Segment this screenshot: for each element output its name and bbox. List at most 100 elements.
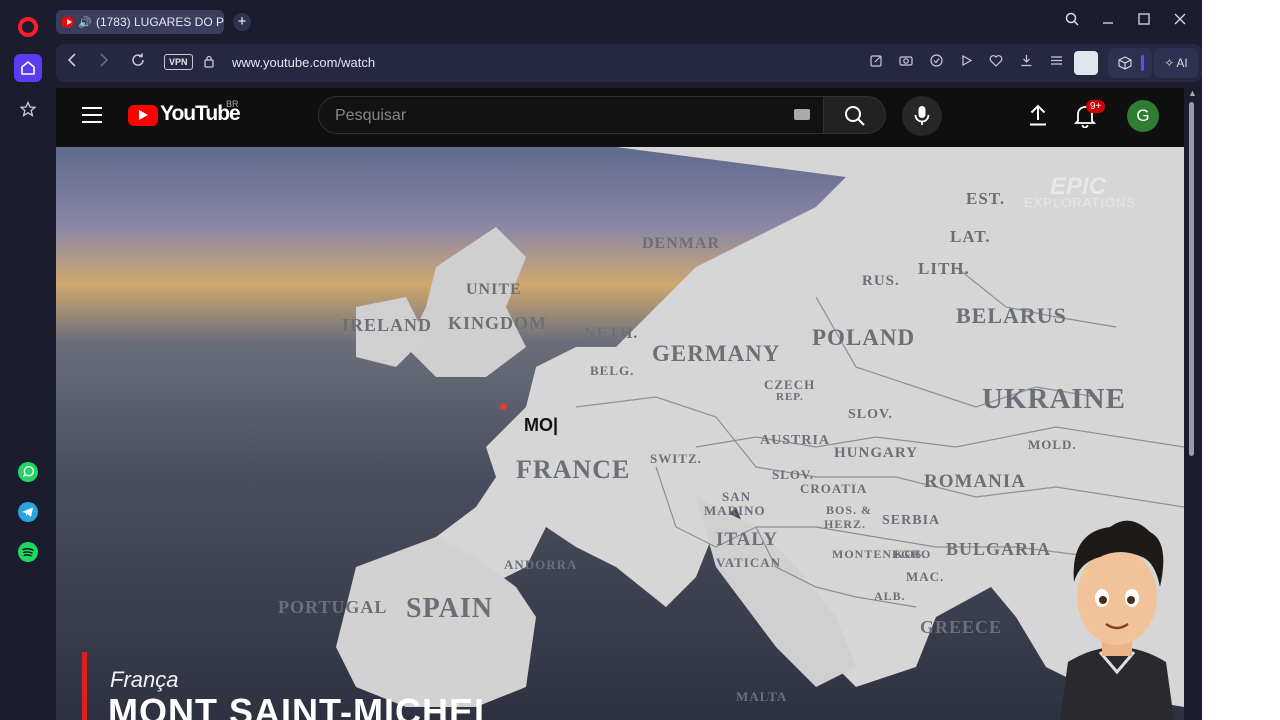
- vpn-badge[interactable]: VPN: [164, 54, 193, 70]
- map-label: REP.: [776, 391, 804, 403]
- upload-icon[interactable]: [1028, 104, 1048, 131]
- map-label: LAT.: [950, 227, 991, 246]
- search-button[interactable]: [823, 96, 886, 134]
- settings-sliders-icon[interactable]: [1047, 54, 1065, 72]
- map-label: SLOV.: [848, 407, 893, 422]
- avatar[interactable]: G: [1127, 100, 1159, 132]
- map-label: GERMANY: [652, 341, 781, 366]
- search-icon: [845, 106, 865, 126]
- lock-icon[interactable]: [204, 55, 214, 73]
- map-label: MARINO: [704, 503, 766, 518]
- map-label: MAC.: [906, 569, 945, 584]
- map-label: SERBIA: [882, 513, 941, 528]
- download-icon[interactable]: [1017, 54, 1035, 72]
- location-pin-icon: [500, 403, 507, 410]
- map-label: BULGARIA: [946, 539, 1052, 559]
- map-label: SWITZ.: [650, 451, 702, 466]
- map-label: UKRAINE: [982, 383, 1126, 415]
- address-url[interactable]: www.youtube.com/watch: [232, 55, 375, 70]
- cartoon-avatar-icon: [1060, 520, 1174, 720]
- address-bar: VPN www.youtube.com/watch ✧ AI: [56, 44, 1202, 82]
- new-tab-button[interactable]: +: [233, 13, 251, 31]
- spotify-icon[interactable]: [14, 538, 42, 566]
- video-player[interactable]: EST. LAT. LITH. RUS. DENMAR UNITE KINGDO…: [56, 147, 1184, 720]
- whatsapp-icon[interactable]: [14, 458, 42, 486]
- forward-icon[interactable]: [94, 53, 114, 72]
- map-label: CROATIA: [800, 481, 868, 496]
- back-icon[interactable]: [62, 53, 82, 72]
- tab-youtube[interactable]: 🔊 (1783) LUGARES DO P: [56, 10, 224, 34]
- star-icon[interactable]: [14, 95, 42, 123]
- ai-icon: ✧: [1164, 56, 1175, 70]
- region-code: BR: [226, 99, 239, 109]
- cube-icon: [1118, 56, 1132, 70]
- page-scrollbar[interactable]: ▲: [1184, 88, 1202, 720]
- notification-badge: 9+: [1086, 100, 1106, 113]
- speaker-icon[interactable]: 🔊: [78, 16, 92, 29]
- youtube-logo-icon[interactable]: [128, 105, 158, 126]
- search-placeholder: Pesquisar: [335, 107, 407, 124]
- close-icon[interactable]: [1170, 12, 1190, 30]
- youtube-favicon-icon: [62, 17, 74, 27]
- microphone-icon: [914, 106, 930, 125]
- map-label: MOLD.: [1028, 437, 1077, 452]
- map-label: HERZ.: [824, 517, 867, 531]
- play-icon[interactable]: [957, 54, 975, 72]
- heart-icon[interactable]: [987, 54, 1005, 72]
- typing-overlay-text: MO|: [524, 415, 559, 435]
- map-label: AUSTRIA: [760, 433, 831, 448]
- map-label: EST.: [966, 189, 1006, 208]
- extensions-button[interactable]: [1108, 48, 1152, 78]
- scroll-up-icon[interactable]: ▲: [1188, 88, 1197, 98]
- shield-check-icon[interactable]: [927, 54, 945, 72]
- map-label: SPAIN: [406, 593, 493, 624]
- map-label: MALTA: [736, 689, 788, 704]
- camera-icon[interactable]: [897, 54, 915, 72]
- map-label: PORTUGAL: [278, 597, 388, 617]
- search-tabs-icon[interactable]: [1062, 12, 1082, 31]
- map-label: ALB.: [874, 589, 906, 603]
- map-label: GREECE: [920, 617, 1003, 637]
- tab-title: (1783) LUGARES DO P: [95, 15, 224, 29]
- minimize-icon[interactable]: [1098, 12, 1118, 30]
- map-label: BELG.: [590, 363, 635, 378]
- youtube-header: YouTube BR Pesquisar 9+ G: [56, 88, 1184, 144]
- map-label: FRANCE: [516, 455, 631, 484]
- map-label: ROMANIA: [924, 471, 1026, 492]
- tab-bar: 🔊 (1783) LUGARES DO P +: [56, 0, 1202, 44]
- map-label: RUS.: [862, 273, 900, 289]
- reload-icon[interactable]: [128, 53, 148, 72]
- browser-window: 🔊 (1783) LUGARES DO P + VPN www.youtube.…: [0, 0, 1202, 720]
- map-label: KINGDOM: [448, 313, 547, 333]
- telegram-icon[interactable]: [14, 498, 42, 526]
- keyboard-icon[interactable]: [794, 109, 810, 120]
- scrollbar-thumb[interactable]: [1189, 102, 1194, 456]
- edit-icon[interactable]: [867, 54, 885, 72]
- map-label: HUNGARY: [834, 445, 918, 461]
- opera-icon[interactable]: [18, 17, 38, 37]
- map-label: ANDORRA: [504, 557, 578, 572]
- map-label: BELARUS: [956, 303, 1067, 328]
- extension-indicator: [1141, 55, 1144, 71]
- caption-title: MONT SAINT-MICHEL: [108, 691, 497, 720]
- map-label: VATICAN: [716, 555, 782, 570]
- map-label: DENMAR: [642, 235, 720, 252]
- ai-label: AI: [1176, 56, 1188, 70]
- voice-search-button[interactable]: [902, 96, 942, 136]
- map-label: ITALY: [716, 529, 779, 550]
- map-label: KOS.: [894, 547, 927, 561]
- home-icon[interactable]: [14, 54, 42, 82]
- caption-accent-bar: [82, 652, 87, 720]
- menu-icon[interactable]: [82, 107, 102, 128]
- map-label: IRELAND: [342, 315, 433, 335]
- search-input[interactable]: Pesquisar: [318, 96, 824, 134]
- map-label: POLAND: [812, 325, 916, 350]
- caption-country: França: [110, 667, 179, 692]
- map-label: UNITE: [466, 281, 522, 298]
- ai-button[interactable]: ✧ AI: [1154, 48, 1198, 78]
- extension-thumbnail-icon[interactable]: [1074, 51, 1098, 75]
- map-label: NETH.: [584, 325, 639, 342]
- europe-map: [336, 147, 1184, 707]
- maximize-icon[interactable]: [1134, 12, 1154, 30]
- youtube-page: YouTube BR Pesquisar 9+ G EST. LAT. LITH…: [56, 88, 1184, 720]
